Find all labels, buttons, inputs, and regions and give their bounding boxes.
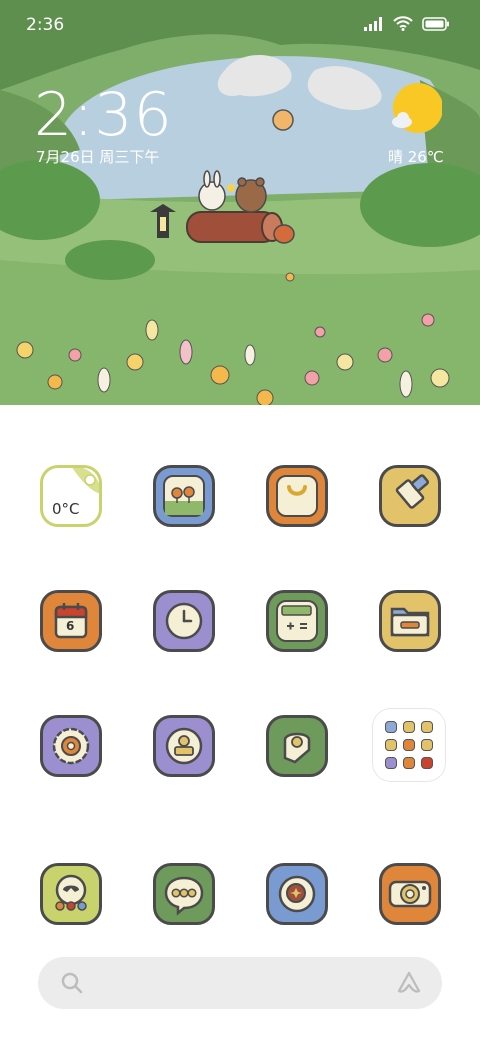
folder-app-3 — [421, 721, 433, 733]
notes-icon — [283, 732, 311, 764]
gear-icon — [52, 727, 90, 765]
app-folder[interactable] — [373, 709, 445, 781]
folder-app-4 — [385, 739, 397, 751]
sun-cloud-icon — [390, 82, 443, 134]
clock-icon — [165, 602, 203, 640]
signal-icon — [364, 16, 382, 31]
search-icon[interactable] — [60, 971, 84, 995]
folder-app-2 — [403, 721, 415, 733]
folder-app-1 — [385, 721, 397, 733]
themes-icon — [287, 485, 307, 496]
messages-app-icon[interactable] — [153, 863, 215, 925]
stamp-icon — [165, 727, 203, 765]
weather-app-icon[interactable]: 0°C — [40, 465, 102, 527]
phone-icon — [55, 874, 87, 911]
folder-app-8 — [403, 757, 415, 769]
wallpaper — [0, 0, 480, 405]
cleaner-app-icon[interactable] — [379, 465, 441, 527]
weather-temperature: 0°C — [52, 500, 80, 518]
clock-app-icon[interactable] — [153, 590, 215, 652]
camera-icon — [388, 880, 432, 908]
assistant-icon[interactable] — [396, 970, 422, 996]
calculator-app-icon[interactable] — [266, 590, 328, 652]
lockscreen-weather: 晴 26℃ — [388, 148, 444, 166]
lockscreen-date: 7月26日 周三下午 — [36, 148, 160, 166]
camera-app-icon[interactable] — [379, 863, 441, 925]
browser-app-icon[interactable] — [266, 863, 328, 925]
status-time: 2:36 — [26, 15, 65, 35]
battery-icon — [422, 16, 449, 31]
folder-icon — [390, 607, 430, 637]
folder-app-6 — [421, 739, 433, 751]
folder-app-9 — [421, 757, 433, 769]
file-manager-app-icon[interactable] — [379, 590, 441, 652]
cleaner-icon — [395, 474, 430, 509]
folder-app-5 — [403, 739, 415, 751]
lockscreen-clock[interactable]: 2:36 — [34, 80, 173, 150]
security-app-icon[interactable] — [153, 715, 215, 777]
calendar-app-icon[interactable]: 6 — [40, 590, 102, 652]
phone-app-icon[interactable] — [40, 863, 102, 925]
status-bar: 2:36 — [0, 0, 480, 50]
themes-app-icon[interactable] — [266, 465, 328, 527]
wifi-icon — [393, 16, 413, 31]
settings-app-icon[interactable] — [40, 715, 102, 777]
folder-app-7 — [385, 757, 397, 769]
message-bubble-icon — [164, 876, 204, 916]
gallery-icon — [165, 486, 203, 515]
calendar-day: 6 — [66, 619, 75, 633]
compass-icon — [278, 875, 316, 913]
search-bar[interactable] — [38, 957, 442, 1009]
notes-app-icon[interactable] — [266, 715, 328, 777]
gallery-app-icon[interactable] — [153, 465, 215, 527]
calculator-icon — [281, 605, 312, 630]
